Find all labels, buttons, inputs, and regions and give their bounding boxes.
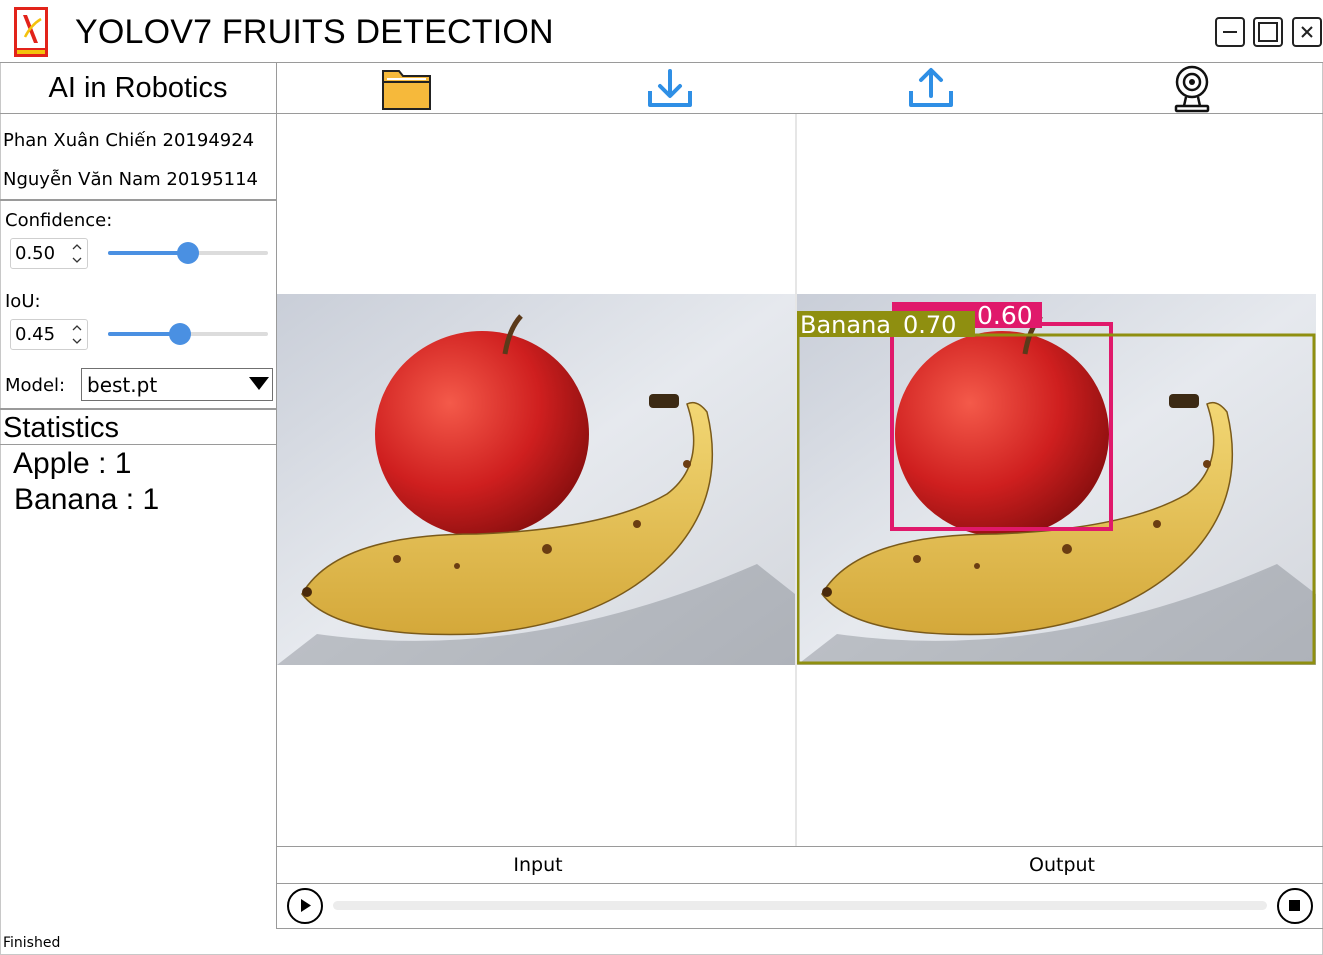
course-title: AI in Robotics bbox=[0, 63, 276, 114]
caption-bar bbox=[277, 846, 1323, 884]
stat-separator: : bbox=[125, 483, 135, 516]
slider-handle[interactable] bbox=[169, 323, 191, 345]
iou-spinbox[interactable]: 0.45 bbox=[10, 319, 88, 350]
stat-separator: : bbox=[98, 447, 107, 480]
progress-bar[interactable] bbox=[333, 901, 1267, 910]
output-caption: Output bbox=[1029, 854, 1095, 876]
model-value: best.pt bbox=[87, 373, 158, 397]
folder-icon[interactable] bbox=[381, 65, 433, 113]
play-icon bbox=[301, 899, 311, 912]
apple-score: 0.60 bbox=[977, 301, 1033, 330]
download-icon[interactable] bbox=[644, 65, 696, 113]
stop-icon bbox=[1289, 900, 1300, 911]
university-logo bbox=[14, 7, 48, 57]
stat-row: Apple : 1 bbox=[13, 446, 131, 482]
spin-down-icon[interactable] bbox=[72, 255, 82, 265]
stat-name: Banana bbox=[14, 483, 118, 516]
status-text: Finished bbox=[3, 935, 61, 951]
spin-down-icon[interactable] bbox=[72, 336, 82, 346]
slider-handle[interactable] bbox=[177, 242, 199, 264]
webcam-icon[interactable] bbox=[1166, 65, 1218, 113]
member-name: Nguyễn Văn Nam 20195114 bbox=[3, 169, 258, 190]
iou-value: 0.45 bbox=[15, 324, 56, 345]
model-label: Model: bbox=[5, 375, 66, 396]
stat-count: 1 bbox=[114, 447, 132, 480]
iou-label: IoU: bbox=[5, 291, 41, 312]
maximize-icon bbox=[1258, 22, 1278, 42]
model-select[interactable]: best.pt bbox=[81, 368, 273, 401]
statistics-title: Statistics bbox=[3, 412, 120, 444]
slider-fill bbox=[108, 251, 188, 255]
member-name: Phan Xuân Chiến 20194924 bbox=[3, 130, 255, 151]
stat-row: Banana : 1 bbox=[14, 482, 159, 518]
stat-name: Apple bbox=[13, 447, 90, 480]
minimize-button[interactable] bbox=[1215, 17, 1245, 47]
confidence-label: Confidence: bbox=[5, 210, 113, 231]
close-icon bbox=[1301, 26, 1313, 38]
minimize-icon bbox=[1223, 31, 1237, 33]
input-caption: Input bbox=[513, 854, 563, 876]
app-title: YOLOV7 FRUITS DETECTION bbox=[75, 13, 554, 51]
chevron-down-icon bbox=[249, 377, 269, 390]
upload-icon[interactable] bbox=[905, 65, 957, 113]
divider bbox=[0, 199, 276, 201]
output-image: 0.60 Banana 0.70 bbox=[797, 294, 1316, 665]
close-button[interactable] bbox=[1292, 17, 1322, 47]
stop-button[interactable] bbox=[1277, 888, 1313, 924]
maximize-button[interactable] bbox=[1253, 17, 1283, 47]
stat-count: 1 bbox=[142, 483, 160, 516]
play-button[interactable] bbox=[287, 888, 323, 924]
divider bbox=[0, 444, 276, 445]
banana-label: Banana 0.70 bbox=[800, 311, 956, 339]
input-image bbox=[277, 294, 795, 665]
confidence-spinbox[interactable]: 0.50 bbox=[10, 238, 88, 269]
iou-slider[interactable] bbox=[108, 323, 268, 345]
spin-up-icon[interactable] bbox=[72, 242, 82, 252]
spin-up-icon[interactable] bbox=[72, 323, 82, 333]
confidence-slider[interactable] bbox=[108, 242, 268, 264]
confidence-value: 0.50 bbox=[15, 243, 56, 264]
